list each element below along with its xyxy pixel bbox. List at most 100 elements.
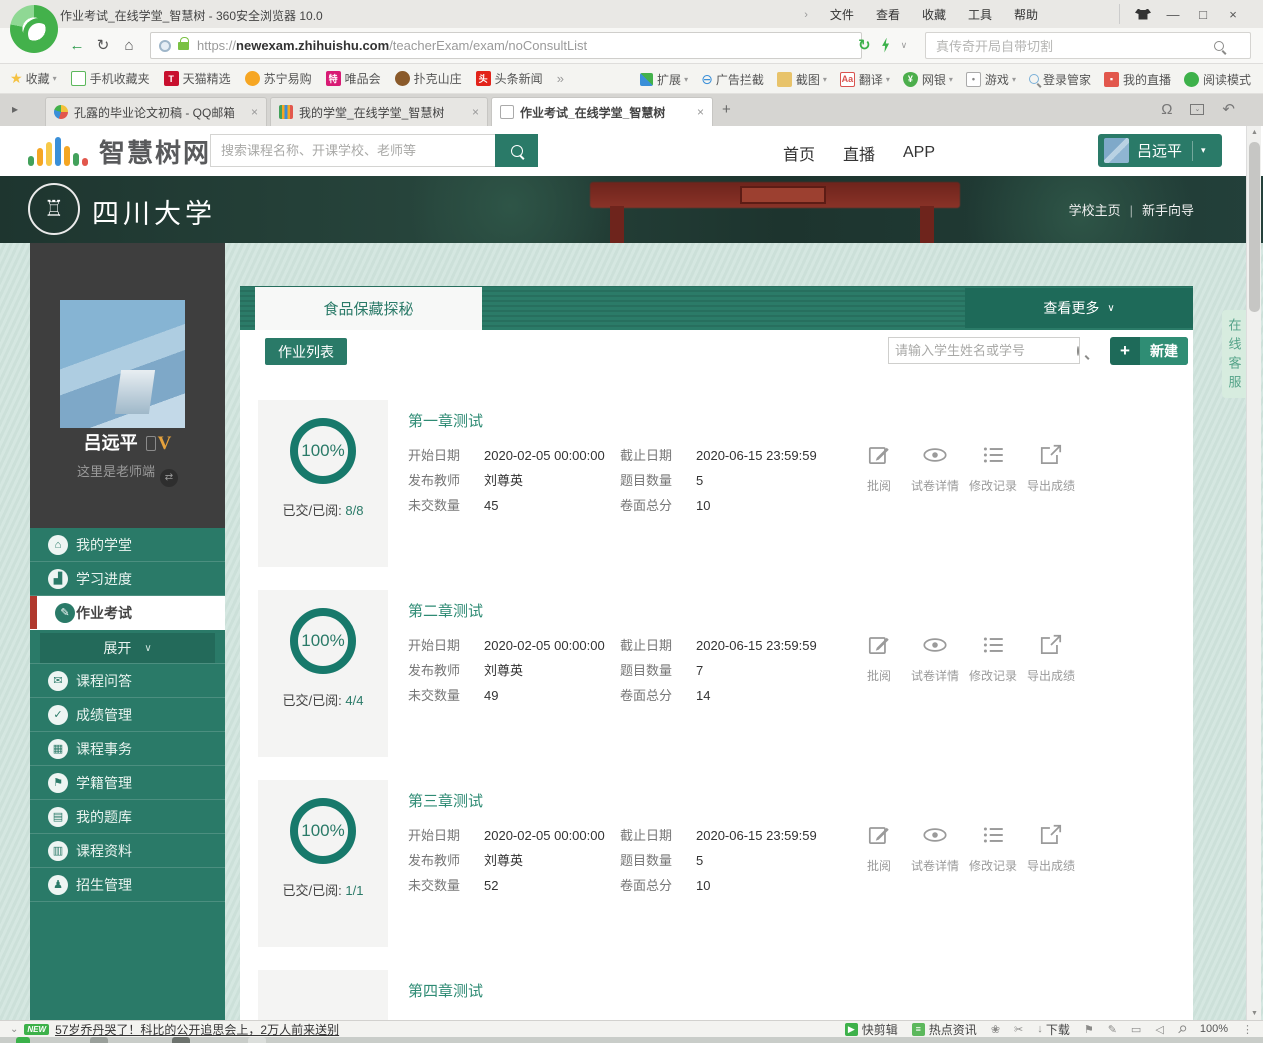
browser-360-logo-icon[interactable] [10, 5, 58, 53]
adblock-button[interactable]: ⊖ 广告拦截 [701, 71, 764, 88]
tab-list-expander-icon[interactable]: ▸ [12, 102, 18, 116]
translate-button[interactable]: Aa 翻译▾ [840, 71, 890, 88]
tab-qq-mail[interactable]: 孔露的毕业论文初稿 - QQ邮箱 × [45, 97, 267, 126]
restore-tab-icon[interactable]: ↶ [1222, 100, 1235, 118]
newbie-guide-link[interactable]: 新手向导 [1142, 203, 1194, 218]
export-grades-button[interactable]: 导出成绩 [1027, 822, 1075, 970]
scroll-down-icon[interactable]: ▼ [1247, 1010, 1262, 1017]
sidebar-item-course-materials[interactable]: ▥课程资料 [30, 834, 225, 868]
site-info-icon[interactable] [159, 40, 171, 52]
menu-favorites[interactable]: 收藏 [922, 6, 946, 23]
ssl-lock-icon[interactable] [178, 42, 189, 50]
homework-list-button[interactable]: 作业列表 [265, 338, 347, 365]
review-button[interactable]: 批阅 [857, 442, 901, 590]
quick-search-input[interactable] [934, 35, 1214, 58]
reader-mode-button[interactable]: 阅读模式 [1184, 71, 1251, 88]
monitor-icon[interactable]: ▭ [1131, 1023, 1141, 1036]
paper-detail-button[interactable]: 试卷详情 [911, 822, 959, 970]
mode-dropdown-icon[interactable]: ∨ [901, 40, 908, 51]
favorites-button[interactable]: ★ 收藏▾ [10, 70, 57, 87]
bookmark-poker[interactable]: 扑克山庄 [395, 70, 462, 87]
sidebar-item-qa[interactable]: ✉课程问答 [30, 664, 225, 698]
bookmark-toutiao[interactable]: 头 头条新闻 [476, 70, 543, 87]
student-search-input[interactable] [889, 343, 1077, 358]
review-button[interactable]: 批阅 [857, 822, 901, 970]
zoom-level[interactable]: 100% [1200, 1023, 1228, 1035]
online-service-tab[interactable]: 在线客服 [1222, 310, 1246, 398]
sidebar-item-student-roll[interactable]: ⚑学籍管理 [30, 766, 225, 800]
collapse-icon[interactable]: ⌄ [10, 1024, 18, 1035]
nav-app[interactable]: APP [903, 144, 935, 162]
sidebar-item-enrollment[interactable]: ♟招生管理 [30, 868, 225, 902]
maximize-button[interactable]: □ [1188, 4, 1218, 24]
sidebar-item-course-affairs[interactable]: ▦课程事务 [30, 732, 225, 766]
bookmark-vip[interactable]: 特 唯品会 [326, 70, 381, 87]
course-search-button[interactable] [495, 134, 538, 167]
login-manager-button[interactable]: 登录管家 [1029, 71, 1091, 88]
refresh-button[interactable]: ↻ [90, 32, 116, 58]
sidebar-item-my-school[interactable]: ⌂我的学堂 [30, 528, 225, 562]
homework-title-link[interactable]: 第三章测试 [408, 790, 828, 811]
tab-close-icon[interactable]: × [243, 105, 258, 119]
edit-history-button[interactable]: 修改记录 [969, 632, 1017, 780]
export-grades-button[interactable]: 导出成绩 [1027, 632, 1075, 780]
news-ticker-link[interactable]: 57岁乔丹哭了！科比的公开追思会上，2万人前来送别 [55, 1021, 339, 1038]
menu-tools[interactable]: 工具 [968, 6, 992, 23]
menu-file[interactable]: 文件 [830, 6, 854, 23]
close-button[interactable]: × [1218, 4, 1248, 24]
window-stack-icon[interactable]: ⌄ [1190, 104, 1204, 115]
games-button[interactable]: • 游戏▾ [966, 71, 1016, 88]
sidebar-item-grades[interactable]: ✓成绩管理 [30, 698, 225, 732]
quick-search-icon[interactable] [1214, 41, 1224, 51]
bank-button[interactable]: ¥ 网银▾ [903, 71, 953, 88]
home-button[interactable]: ⌂ [116, 32, 142, 58]
school-home-link[interactable]: 学校主页 [1069, 203, 1121, 218]
course-search-input[interactable] [210, 134, 495, 167]
paper-detail-button[interactable]: 试卷详情 [911, 442, 959, 590]
scrollbar-thumb[interactable] [1249, 142, 1260, 312]
homework-title-link[interactable]: 第一章测试 [408, 410, 828, 431]
skin-button[interactable] [1128, 4, 1158, 24]
no-trace-mode-icon[interactable]: ↻ [858, 36, 871, 54]
speed-mode-icon[interactable] [881, 38, 891, 53]
sidebar-item-homework-exam[interactable]: ✎作业考试 [30, 596, 225, 630]
menu-chevron-icon[interactable]: › [804, 9, 808, 21]
media-audio-icon[interactable]: Ω [1161, 101, 1172, 118]
bookmark-suning[interactable]: 苏宁易购 [245, 70, 312, 87]
scrollbar[interactable]: ▲ ▼ [1246, 126, 1261, 1020]
bookmark-mobile-favorites[interactable]: 手机收藏夹 [71, 70, 150, 87]
edit-history-button[interactable]: 修改记录 [969, 822, 1017, 970]
new-tab-button[interactable]: + [722, 101, 731, 118]
search-icon[interactable] [1077, 346, 1079, 356]
zoom-search-icon[interactable]: ⚲ [1174, 1022, 1189, 1037]
hot-news-button[interactable]: ≡热点资讯 [912, 1021, 977, 1038]
sidebar-expand-button[interactable]: 展开∨ [40, 633, 215, 663]
user-menu[interactable]: 吕远平 ▾ [1098, 134, 1222, 167]
tab-close-icon[interactable]: × [689, 105, 704, 119]
sidebar-item-question-bank[interactable]: ▤我的题库 [30, 800, 225, 834]
tab-close-icon[interactable]: × [464, 105, 479, 119]
review-button[interactable]: 批阅 [857, 632, 901, 780]
menu-view[interactable]: 查看 [876, 6, 900, 23]
sidebar-item-progress[interactable]: ▟学习进度 [30, 562, 225, 596]
tab-homework-exam[interactable]: 作业考试_在线学堂_智慧树 × [491, 97, 713, 126]
address-input[interactable]: https://newexam.zhihuishu.com/teacherExa… [150, 32, 862, 59]
view-more-button[interactable]: 查看更多∨ [965, 288, 1193, 328]
minimize-button[interactable]: — [1158, 4, 1188, 24]
more-dots-icon[interactable]: ⋮ [1242, 1023, 1253, 1036]
tab-course[interactable]: 食品保藏探秘 [255, 287, 482, 330]
tab-my-school[interactable]: 我的学堂_在线学堂_智慧树 × [270, 97, 488, 126]
nav-home[interactable]: 首页 [783, 141, 815, 165]
download-button[interactable]: ↓ 下载 [1037, 1021, 1070, 1038]
homework-title-link[interactable]: 第四章测试 [408, 980, 828, 1001]
homework-title-link[interactable]: 第二章测试 [408, 600, 828, 621]
scroll-up-icon[interactable]: ▲ [1247, 129, 1262, 136]
bookmarks-overflow-icon[interactable]: » [557, 71, 564, 86]
nav-live[interactable]: 直播 [843, 141, 875, 165]
switch-role-icon[interactable]: ⇄ [160, 469, 178, 487]
menu-help[interactable]: 帮助 [1014, 6, 1038, 23]
new-homework-button[interactable]: + 新建 [1110, 337, 1188, 365]
wheel-icon[interactable]: ❀ [991, 1023, 1000, 1036]
screenshot-button[interactable]: 截图▾ [777, 71, 827, 88]
speaker-icon[interactable]: ◁ [1155, 1023, 1163, 1036]
